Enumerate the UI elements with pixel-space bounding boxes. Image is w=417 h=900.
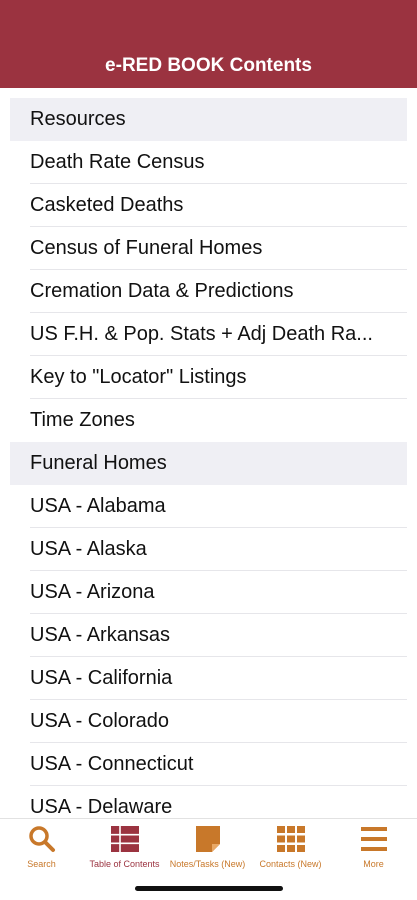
list-item-label: Cremation Data & Predictions xyxy=(30,279,294,302)
grid-icon xyxy=(276,826,305,852)
list-item-label: USA - California xyxy=(30,666,173,689)
tab-notes-tasks[interactable]: Notes/Tasks (New) xyxy=(166,823,249,871)
contents-list[interactable]: Resources Death Rate Census Casketed Dea… xyxy=(10,98,407,816)
menu-icon xyxy=(360,827,387,851)
tab-label: Notes/Tasks (New) xyxy=(169,859,246,869)
list-item[interactable]: Time Zones xyxy=(30,399,407,442)
section-header-resources: Resources xyxy=(10,98,407,141)
sticky-note-icon xyxy=(195,826,220,852)
list-item-label: USA - Arizona xyxy=(30,580,155,603)
list-item[interactable]: Casketed Deaths xyxy=(30,184,407,227)
list-item[interactable]: USA - Arkansas xyxy=(30,614,407,657)
nav-bar: e-RED BOOK Contents xyxy=(0,0,417,88)
tab-search[interactable]: Search xyxy=(0,823,83,871)
tab-contacts[interactable]: Contacts (New) xyxy=(249,823,332,871)
list-item-label: USA - Connecticut xyxy=(30,752,194,775)
list-item[interactable]: Census of Funeral Homes xyxy=(30,227,407,270)
search-icon xyxy=(28,826,55,852)
list-item-label: USA - Alabama xyxy=(30,494,166,517)
tab-label: More xyxy=(363,859,384,869)
list-item-label: Death Rate Census xyxy=(30,150,205,173)
tab-label: Contacts (New) xyxy=(259,859,322,869)
list-item-label: Casketed Deaths xyxy=(30,193,184,216)
list-item[interactable]: Death Rate Census xyxy=(30,141,407,184)
list-item-label: Census of Funeral Homes xyxy=(30,236,263,259)
tab-label: Table of Contents xyxy=(89,859,160,869)
list-item-label: Time Zones xyxy=(30,409,135,431)
page-title: e-RED BOOK Contents xyxy=(105,55,312,76)
list-item[interactable]: Cremation Data & Predictions xyxy=(30,270,407,313)
list-item[interactable]: USA - California xyxy=(30,657,407,700)
list-item[interactable]: USA - Alaska xyxy=(30,528,407,571)
tab-label: Search xyxy=(27,859,56,869)
tab-table-of-contents[interactable]: Table of Contents xyxy=(83,823,166,871)
list-item[interactable]: US F.H. & Pop. Stats + Adj Death Ra... xyxy=(30,313,407,356)
list-item-label: USA - Arkansas xyxy=(30,623,171,646)
tab-more[interactable]: More xyxy=(332,823,415,871)
list-item[interactable]: USA - Arizona xyxy=(30,571,407,614)
home-indicator xyxy=(135,886,283,891)
list-item[interactable]: USA - Connecticut xyxy=(30,743,407,786)
list-item-label: USA - Delaware xyxy=(30,796,173,816)
list-item-label: USA - Colorado xyxy=(30,709,169,732)
list-item-label: Key to "Locator" Listings xyxy=(30,365,247,388)
list-item-label: USA - Alaska xyxy=(30,537,147,560)
section-header-funeral-homes: Funeral Homes xyxy=(10,442,407,485)
list-item[interactable]: USA - Colorado xyxy=(30,700,407,743)
list-item[interactable]: USA - Alabama xyxy=(30,485,407,528)
table-of-contents-icon xyxy=(110,826,139,852)
list-item-label: US F.H. & Pop. Stats + Adj Death Ra... xyxy=(30,322,373,345)
list-item[interactable]: USA - Delaware xyxy=(30,786,407,816)
list-item[interactable]: Key to "Locator" Listings xyxy=(30,356,407,399)
